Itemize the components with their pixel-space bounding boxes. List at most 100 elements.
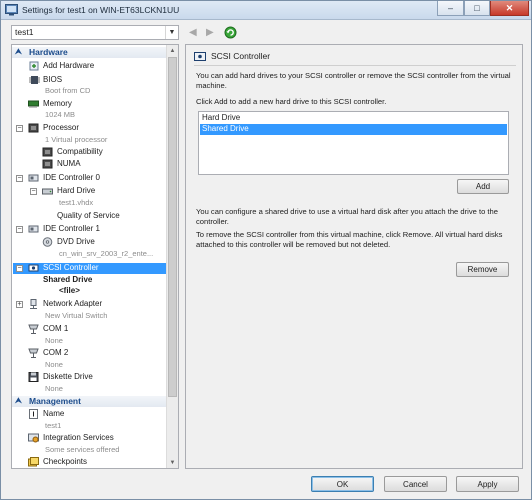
diskette-detail: None (45, 384, 63, 393)
vm-select-dropdown[interactable]: test1 ▼ (11, 25, 179, 40)
hard-drive-expander[interactable]: − (30, 188, 37, 195)
refresh-icon[interactable] (224, 26, 237, 39)
scroll-up-icon[interactable]: ▲ (167, 45, 178, 56)
bios-detail: Boot from CD (45, 86, 91, 95)
add-button[interactable]: Add (457, 179, 509, 194)
ide-controller-icon (28, 225, 39, 233)
settings-window-icon (5, 4, 18, 16)
tree-item-integration-services[interactable]: Integration Services (43, 433, 114, 442)
diskette-icon (28, 372, 39, 382)
tree-item-com2[interactable]: COM 2 (43, 348, 68, 357)
back-arrow-icon[interactable]: ◀ (189, 27, 197, 38)
list-item-shared-drive[interactable]: Shared Drive (200, 124, 507, 135)
tree-item-compatibility[interactable]: Compatibility (57, 147, 103, 156)
window-title: Settings for test1 on WIN-ET63LCKN1UU (22, 5, 180, 15)
com-port-icon (28, 348, 39, 358)
apply-button[interactable]: Apply (456, 476, 519, 492)
integration-services-detail: Some services offered (45, 445, 120, 454)
panel-header: SCSI Controller (194, 51, 270, 61)
tree-item-com1[interactable]: COM 1 (43, 324, 68, 333)
cancel-button[interactable]: Cancel (384, 476, 447, 492)
memory-detail: 1024 MB (45, 110, 76, 119)
shared-drive-info-text: You can configure a shared drive to use … (196, 207, 498, 226)
list-item-hard-drive[interactable]: Hard Drive (200, 113, 507, 124)
panel-header-divider (194, 65, 516, 66)
maximize-button[interactable]: □ (464, 1, 490, 16)
tree-item-numa[interactable]: NUMA (57, 159, 81, 168)
remove-button[interactable]: Remove (456, 262, 509, 277)
scrollbar-thumb[interactable] (168, 57, 177, 397)
dvd-drive-icon (42, 237, 53, 247)
processor-expander[interactable]: − (16, 125, 23, 132)
tree-item-dvd-drive[interactable]: DVD Drive (57, 237, 95, 246)
scsi-expander[interactable]: − (16, 265, 23, 272)
com1-detail: None (45, 336, 63, 345)
tree-item-diskette-drive[interactable]: Diskette Drive (43, 372, 93, 381)
com2-detail: None (45, 360, 63, 369)
vm-select-value: test1 (15, 27, 34, 37)
integration-services-icon (28, 433, 39, 443)
tree-item-file[interactable]: <file> (59, 286, 80, 295)
management-section-header[interactable]: ⮝ Management (12, 396, 167, 407)
checkpoints-icon (28, 457, 39, 467)
processor-icon (28, 123, 39, 133)
settings-window: Settings for test1 on WIN-ET63LCKN1UU – … (0, 0, 532, 500)
add-hint-text: Click Add to add a new hard drive to thi… (196, 97, 387, 106)
intro-text: You can add hard drives to your SCSI con… (196, 71, 511, 90)
details-panel: SCSI Controller You can add hard drives … (185, 44, 523, 469)
ide0-expander[interactable]: − (16, 175, 23, 182)
tree-item-memory[interactable]: Memory (43, 99, 72, 108)
com-port-icon (28, 324, 39, 334)
title-bar[interactable]: Settings for test1 on WIN-ET63LCKN1UU – … (1, 1, 531, 20)
ide-controller-icon (28, 174, 39, 182)
memory-icon (28, 100, 39, 108)
tree-item-processor[interactable]: Processor (43, 123, 79, 132)
tree-item-name[interactable]: Name (43, 409, 64, 418)
minimize-button[interactable]: – (437, 1, 464, 16)
scsi-controller-icon (28, 264, 39, 272)
tree-item-scsi-controller[interactable]: SCSI Controller (43, 263, 99, 272)
minimize-icon: – (447, 3, 453, 13)
hardware-header-label: Hardware (29, 47, 68, 57)
remove-info-text: To remove the SCSI controller from this … (196, 230, 503, 249)
compatibility-icon (42, 147, 53, 157)
processor-detail: 1 Virtual processor (45, 135, 108, 144)
scsi-controller-icon (194, 51, 206, 61)
tree-item-quality-of-service[interactable]: Quality of Service (57, 211, 120, 220)
chevron-down-icon[interactable]: ▼ (165, 26, 178, 39)
name-icon (29, 409, 38, 419)
bios-chip-icon (29, 76, 40, 84)
tree-item-ide-controller-1[interactable]: IDE Controller 1 (43, 224, 100, 233)
panel-title: SCSI Controller (211, 51, 271, 61)
scroll-down-icon[interactable]: ▼ (167, 457, 178, 468)
dvd-drive-detail: cn_win_srv_2003_r2_ente... (59, 249, 154, 258)
ok-button[interactable]: OK (311, 476, 374, 492)
forward-arrow-icon[interactable]: ▶ (206, 27, 214, 38)
management-header-label: Management (29, 396, 81, 406)
collapse-chevron-icon[interactable]: ⮝ (15, 47, 22, 57)
tree-item-checkpoints[interactable]: Checkpoints (43, 457, 87, 466)
tree-item-bios[interactable]: BIOS (43, 75, 62, 84)
close-button[interactable]: ✕ (490, 1, 529, 16)
tree-item-hard-drive[interactable]: Hard Drive (57, 186, 95, 195)
hard-drive-detail: test1.vhdx (59, 198, 94, 207)
tree-scrollbar[interactable]: ▲ ▼ (166, 45, 178, 468)
name-detail: test1 (45, 421, 62, 430)
network-adapter-icon (30, 299, 37, 309)
tree-item-add-hardware[interactable]: Add Hardware (43, 61, 94, 70)
network-adapter-detail: New Virtual Switch (45, 311, 108, 320)
hard-drive-icon (42, 188, 53, 195)
numa-icon (42, 159, 53, 169)
close-icon: ✕ (505, 2, 514, 13)
tree-item-shared-drive[interactable]: Shared Drive (43, 275, 92, 284)
hardware-section-header[interactable]: ⮝ Hardware (12, 47, 167, 58)
collapse-chevron-icon[interactable]: ⮝ (15, 396, 22, 406)
tree-item-network-adapter[interactable]: Network Adapter (43, 299, 102, 308)
ide1-expander[interactable]: − (16, 226, 23, 233)
maximize-icon: □ (474, 3, 480, 13)
network-expander[interactable]: + (16, 301, 23, 308)
add-hardware-icon (29, 61, 39, 71)
settings-tree[interactable]: ⮝ Hardware Add Hardware BIOS Boot from C… (11, 44, 179, 469)
tree-item-ide-controller-0[interactable]: IDE Controller 0 (43, 173, 100, 182)
drive-type-list[interactable]: Hard Drive Shared Drive (198, 111, 509, 175)
